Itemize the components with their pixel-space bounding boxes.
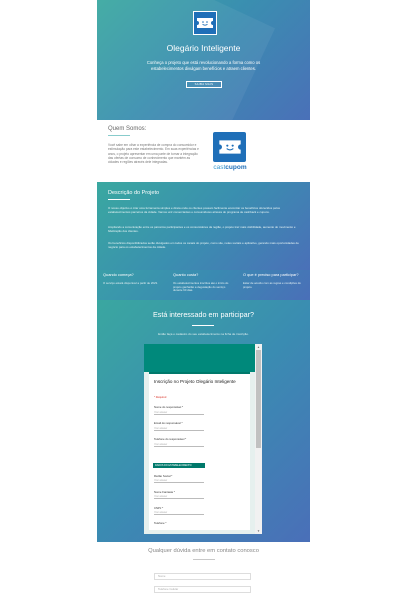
ticket-smile-icon (193, 11, 217, 35)
contact-phone-input[interactable]: Telefone Celular (154, 586, 251, 593)
hero-subtitle-line: estabelecimentos divulgam benefícios e a… (151, 65, 256, 71)
divider (108, 199, 130, 200)
form-section-label: DADOS DO ESTABELECIMENTO (153, 463, 205, 468)
faq-question: Quanto custa? (173, 272, 199, 277)
divider (108, 135, 130, 136)
nome-fantasia-input[interactable]: Your answer (154, 495, 204, 499)
razao-social-input[interactable]: Your answer (154, 479, 204, 483)
brand-right: cupom (225, 164, 247, 171)
description-heading: Descrição do Projeto (108, 190, 160, 196)
divider (193, 559, 215, 560)
responsavel-telefone-input[interactable]: Your answer (154, 443, 204, 447)
field-label: Email do responsável * (154, 421, 183, 425)
description-section: Descrição do Projeto O nosso objetivo é … (97, 182, 310, 270)
form-card: Inscrição no Projeto Olegário Inteligent… (149, 372, 250, 530)
faq-item: O que é preciso para participar? Estar d… (243, 272, 307, 289)
field-label: Razão Social * (154, 474, 173, 478)
field-label: Telefone do responsável * (154, 437, 187, 441)
description-paragraph: Os benefícios disponibilizados serão div… (108, 241, 299, 249)
hero-section: Olegário Inteligente Conheça o projeto q… (97, 0, 310, 120)
form-header-band (144, 344, 255, 372)
responsavel-nome-input[interactable]: Your answer (154, 411, 204, 415)
contact-section: Qualquer dúvida entre em contato conosco… (97, 542, 310, 600)
brand-logo-text: castcupom (209, 164, 251, 171)
ticket-smile-icon (213, 132, 246, 162)
required-note: * Required (154, 396, 167, 399)
hero-subtitle: Conheça o projeto que está revolucionand… (97, 60, 310, 71)
hero-title: Olegário Inteligente (166, 43, 241, 53)
about-section: Quem Somos: Você sabe em olhar a experiê… (97, 120, 310, 182)
faq-answer: Os estabelecimentos inscritos até o iníc… (173, 281, 229, 293)
field-label: Nome Fantasia * (154, 490, 175, 494)
contact-heading: Qualquer dúvida entre em contato conosco (148, 548, 259, 554)
field-label: Telefone * (154, 521, 167, 525)
field-label: Nome do responsável * (154, 405, 184, 409)
faq-answer: O serviço estará disponível a partir de … (103, 281, 158, 285)
faq-question: Quando começa? (103, 272, 134, 277)
faq-item: Quanto custa? Os estabelecimentos inscri… (173, 272, 235, 293)
divider (192, 325, 214, 326)
signup-heading: Está interessado em participar? (152, 310, 255, 319)
contact-name-input[interactable]: Nome (154, 573, 251, 580)
saiba-mais-button[interactable]: SAIBA MAIS (186, 81, 222, 88)
scroll-down-icon[interactable]: ▼ (256, 529, 261, 533)
faq-item: Quando começa? O serviço estará disponív… (103, 272, 165, 286)
field-label: CNPJ * (154, 506, 164, 510)
faq-question: O que é preciso para participar? (243, 272, 299, 277)
faq-section: Quando começa? O serviço estará disponív… (97, 270, 310, 300)
form-scrollbar[interactable]: ▲ ▼ (255, 344, 262, 534)
scroll-up-icon[interactable]: ▲ (256, 345, 261, 349)
signup-section: Está interessado em participar? Então fa… (97, 300, 310, 542)
form-title: Inscrição no Projeto Olegário Inteligent… (154, 379, 236, 384)
about-text: Você sabe em olhar a experiência de comp… (108, 143, 199, 165)
cnpj-input[interactable]: Your answer (154, 511, 204, 515)
responsavel-email-input[interactable]: Your answer (154, 427, 204, 431)
about-heading: Quem Somos: (108, 126, 147, 132)
faq-answer: Estar de acordo com as regras e condiçõe… (243, 281, 301, 289)
description-paragraph: O nosso objetivo é criar uma ferramenta … (108, 206, 280, 214)
description-paragraph: Ampliando a comunicação entre os parceir… (108, 225, 296, 233)
scrollbar-thumb[interactable] (256, 350, 261, 448)
embedded-google-form[interactable]: Inscrição no Projeto Olegário Inteligent… (144, 344, 262, 534)
brand-left: cast (213, 164, 226, 171)
signup-subtitle: Então faça o cadastro do seu estabelecim… (158, 332, 249, 336)
